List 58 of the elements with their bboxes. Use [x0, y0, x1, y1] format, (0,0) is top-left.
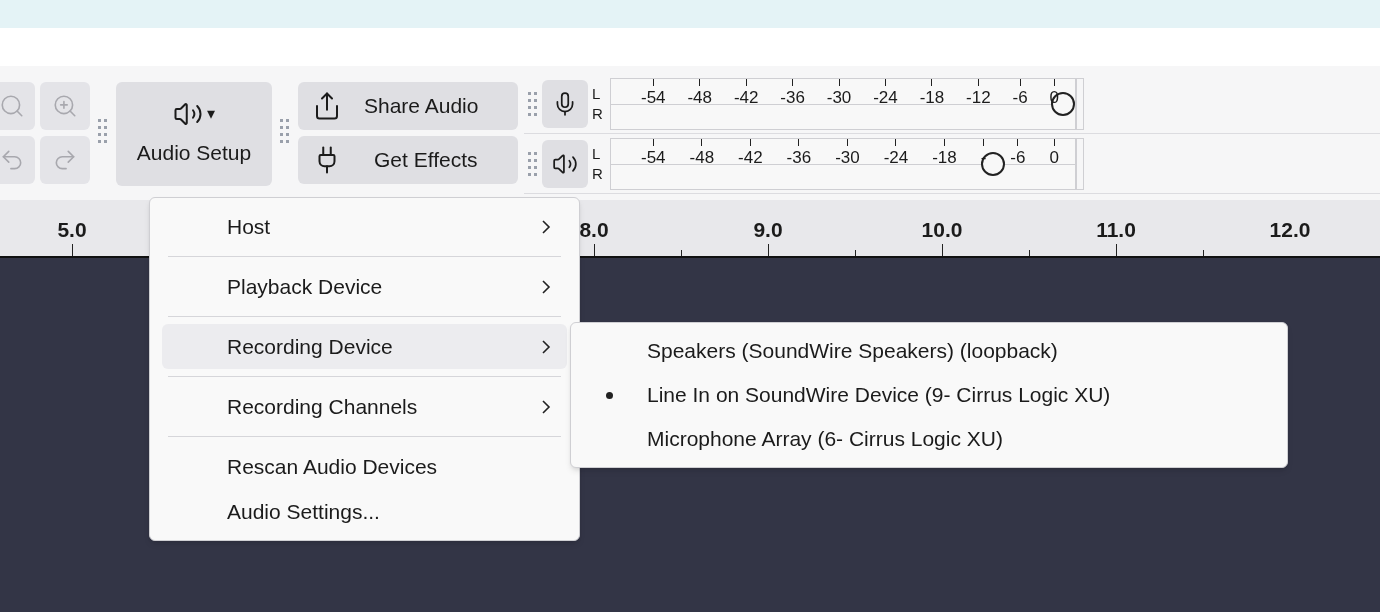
- meter-tick-label: -54: [641, 87, 666, 108]
- meter-tick-label: -18: [932, 147, 957, 168]
- meter-tick-label: -30: [826, 87, 852, 108]
- ruler-label: 10.0: [921, 217, 963, 243]
- meter-tick-label: -48: [689, 147, 715, 168]
- device-option[interactable]: Microphone Array (6- Cirrus Logic XU): [571, 417, 1287, 461]
- menu-item[interactable]: Recording Channels: [162, 384, 567, 429]
- clip-indicator: [1076, 77, 1084, 130]
- device-option[interactable]: Speakers (SoundWire Speakers) (loopback): [571, 329, 1287, 373]
- undo-button[interactable]: [0, 136, 35, 184]
- meter-tick-label: 0: [1049, 147, 1059, 168]
- slider-thumb[interactable]: [980, 151, 1005, 176]
- meter-tick-label: -24: [883, 147, 909, 168]
- search-icon: [0, 93, 25, 119]
- meter-tick-label: -12: [966, 87, 991, 108]
- device-option[interactable]: Line In on SoundWire Device (9- Cirrus Logic XU): [571, 373, 1287, 417]
- meter-tick-label: -48: [687, 87, 712, 108]
- grip-icon[interactable]: [98, 118, 108, 144]
- grip-icon[interactable]: [280, 118, 290, 144]
- meter-tick-label: -6: [1010, 147, 1026, 168]
- menu-item[interactable]: Audio Settings...: [162, 489, 567, 534]
- meter-tick-label: -42: [738, 147, 763, 168]
- zoom-fit-button[interactable]: [0, 82, 35, 130]
- caret-icon: ▾: [207, 102, 215, 127]
- menu-item[interactable]: Playback Device: [162, 264, 567, 309]
- zoom-icon: [52, 93, 78, 119]
- menu-item[interactable]: Recording Device: [162, 324, 567, 369]
- meter-tick-label: -36: [786, 147, 812, 168]
- audio-setup-button[interactable]: ▾ Audio Setup: [116, 82, 272, 186]
- get-effects-button[interactable]: Get Effects: [298, 136, 518, 184]
- meter-tick-label: -18: [919, 87, 945, 108]
- ruler-label: 12.0: [1269, 217, 1311, 243]
- ruler-label: 11.0: [1096, 217, 1136, 243]
- channel-label: R: [592, 103, 604, 124]
- meter-tick-label: -54: [641, 147, 666, 168]
- speaker-button[interactable]: [542, 139, 588, 188]
- share-audio-button[interactable]: Share Audio: [298, 82, 518, 130]
- grip-icon[interactable]: [528, 90, 538, 117]
- meter-track[interactable]: -54 -48 -42 -36 -30 -24 -18 - -6 0: [610, 137, 1076, 190]
- zoom-toggle-button[interactable]: [40, 82, 90, 130]
- menu-item[interactable]: Host: [162, 204, 567, 249]
- meter-tick-label: -: [980, 147, 987, 168]
- ruler-label: 5.0: [57, 217, 87, 243]
- channel-label: R: [592, 163, 604, 184]
- menu-item[interactable]: Rescan Audio Devices: [162, 444, 567, 489]
- channel-label: L: [592, 83, 602, 104]
- redo-button[interactable]: [40, 136, 90, 184]
- clip-indicator: [1076, 137, 1084, 190]
- meter-tick-label: -42: [733, 87, 759, 108]
- ruler-label: 8.0: [579, 217, 609, 243]
- meter-tick-label: -30: [835, 147, 860, 168]
- channel-label: L: [592, 143, 602, 164]
- meter-tick-label: -6: [1012, 87, 1028, 108]
- meter-tick-label: -24: [873, 87, 898, 108]
- ruler-label: 9.0: [753, 217, 783, 243]
- meter-tick-label: -36: [780, 87, 805, 108]
- grip-icon[interactable]: [528, 150, 538, 177]
- microphone-button[interactable]: [542, 79, 588, 128]
